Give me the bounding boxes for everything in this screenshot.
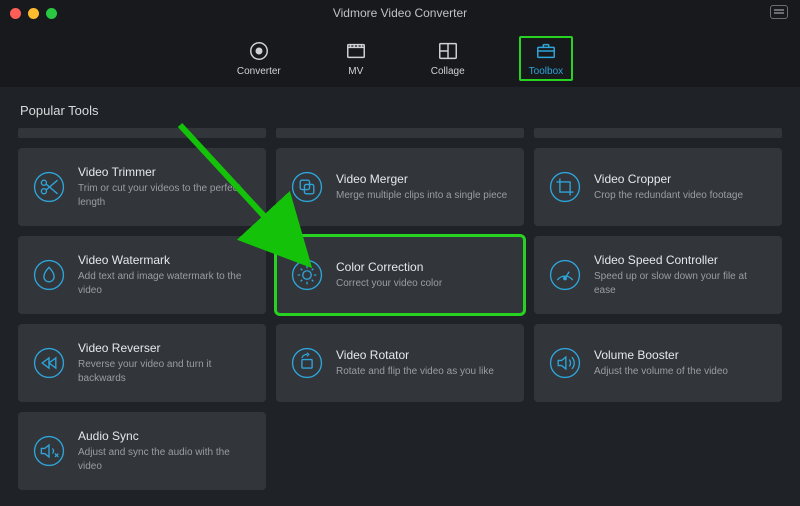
color-correction-icon (290, 258, 324, 292)
tab-converter[interactable]: Converter (227, 36, 291, 81)
tool-video-rotator[interactable]: Video Rotator Rotate and flip the video … (276, 324, 524, 402)
tool-desc: Rotate and flip the video as you like (336, 365, 494, 379)
watermark-icon (32, 258, 66, 292)
tool-title: Video Merger (336, 172, 507, 186)
tool-desc: Adjust and sync the audio with the video (78, 446, 252, 473)
close-window-button[interactable] (10, 8, 21, 19)
tool-volume-booster[interactable]: Volume Booster Adjust the volume of the … (534, 324, 782, 402)
tool-desc: Adjust the volume of the video (594, 365, 728, 379)
tool-title: Video Trimmer (78, 165, 252, 179)
feedback-icon[interactable] (770, 5, 788, 19)
tool-video-reverser[interactable]: Video Reverser Reverse your video and tu… (18, 324, 266, 402)
main-tabs: Converter MV Collage Toolbox (0, 26, 800, 87)
toolbox-icon (535, 40, 557, 62)
tool-title: Audio Sync (78, 429, 252, 443)
tool-desc: Trim or cut your videos to the perfect l… (78, 182, 252, 209)
tool-video-speed-controller[interactable]: Video Speed Controller Speed up or slow … (534, 236, 782, 314)
reverser-icon (32, 346, 66, 380)
section-title-popular: Popular Tools (20, 103, 782, 118)
tool-title: Color Correction (336, 260, 442, 274)
tool-desc: Correct your video color (336, 277, 442, 291)
tab-collage-label: Collage (431, 66, 465, 77)
tool-desc: Reverse your video and turn it backwards (78, 358, 252, 385)
row-stub (18, 128, 266, 138)
tool-desc: Add text and image watermark to the vide… (78, 270, 252, 297)
tool-color-correction[interactable]: Color Correction Correct your video colo… (276, 236, 524, 314)
tool-title: Video Watermark (78, 253, 252, 267)
tab-mv-label: MV (348, 66, 363, 77)
tab-converter-label: Converter (237, 66, 281, 77)
tool-title: Video Cropper (594, 172, 743, 186)
cropper-icon (548, 170, 582, 204)
tool-desc: Merge multiple clips into a single piece (336, 189, 507, 203)
tab-toolbox[interactable]: Toolbox (519, 36, 573, 81)
audio-sync-icon (32, 434, 66, 468)
collage-icon (437, 40, 459, 62)
tools-grid: Video Trimmer Trim or cut your videos to… (18, 128, 782, 490)
minimize-window-button[interactable] (28, 8, 39, 19)
rotator-icon (290, 346, 324, 380)
merger-icon (290, 170, 324, 204)
tool-title: Video Reverser (78, 341, 252, 355)
tab-toolbox-label: Toolbox (529, 66, 563, 77)
tool-video-cropper[interactable]: Video Cropper Crop the redundant video f… (534, 148, 782, 226)
window-title: Vidmore Video Converter (10, 6, 790, 20)
volume-icon (548, 346, 582, 380)
converter-icon (248, 40, 270, 62)
tool-audio-sync[interactable]: Audio Sync Adjust and sync the audio wit… (18, 412, 266, 490)
row-stub (276, 128, 524, 138)
mv-icon (345, 40, 367, 62)
content-area: Popular Tools Video Trimmer Trim or cut … (0, 87, 800, 506)
row-stub (534, 128, 782, 138)
scissors-icon (32, 170, 66, 204)
tool-video-watermark[interactable]: Video Watermark Add text and image water… (18, 236, 266, 314)
tool-desc: Speed up or slow down your file at ease (594, 270, 768, 297)
tool-desc: Crop the redundant video footage (594, 189, 743, 203)
tool-title: Volume Booster (594, 348, 728, 362)
tool-title: Video Speed Controller (594, 253, 768, 267)
tab-mv[interactable]: MV (335, 36, 377, 81)
tool-title: Video Rotator (336, 348, 494, 362)
zoom-window-button[interactable] (46, 8, 57, 19)
tool-video-merger[interactable]: Video Merger Merge multiple clips into a… (276, 148, 524, 226)
speed-icon (548, 258, 582, 292)
tab-collage[interactable]: Collage (421, 36, 475, 81)
tool-video-trimmer[interactable]: Video Trimmer Trim or cut your videos to… (18, 148, 266, 226)
titlebar: Vidmore Video Converter (0, 0, 800, 26)
